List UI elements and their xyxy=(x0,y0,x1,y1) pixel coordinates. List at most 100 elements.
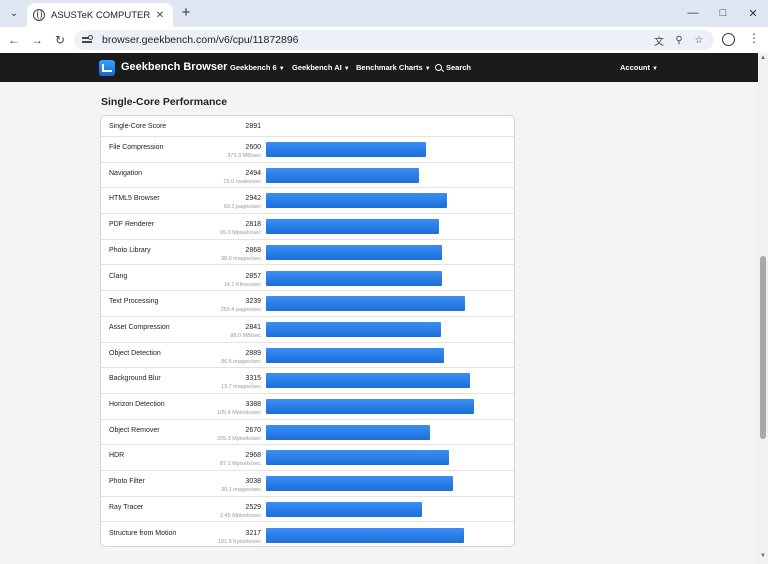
profile-icon[interactable] xyxy=(722,33,735,46)
score-bar xyxy=(266,142,426,157)
score-bar xyxy=(266,476,453,492)
benchmark-name: Object Remover xyxy=(109,426,160,434)
nav-benchmark-charts[interactable]: Benchmark Charts ▼ xyxy=(356,63,431,72)
table-row: Clang 2857 14.1 Klines/sec xyxy=(101,266,514,292)
benchmark-score: 2889 xyxy=(245,349,261,357)
benchmark-throughput: 88.0 MB/sec xyxy=(230,332,261,339)
benchmark-throughput: 2.45 Mpixels/sec xyxy=(220,512,261,519)
benchmark-score: 2670 xyxy=(245,426,261,434)
nav-geekbench-6[interactable]: Geekbench 6 ▼ xyxy=(230,63,285,72)
table-row: Ray Tracer 2529 2.45 Mpixels/sec xyxy=(101,497,514,523)
benchmark-score: 2857 xyxy=(245,272,261,280)
benchmark-name: Background Blur xyxy=(109,375,161,383)
benchmark-throughput: 30.1 images/sec xyxy=(220,487,261,494)
score-bar xyxy=(266,399,474,414)
translate-icon[interactable]: 文 xyxy=(652,33,666,48)
benchmark-name: Ray Tracer xyxy=(109,503,144,511)
bookmark-star-icon[interactable]: ☆ xyxy=(692,33,706,47)
overall-score-value: 2891 xyxy=(245,123,261,130)
score-bar xyxy=(266,321,441,337)
benchmark-name: HDR xyxy=(109,452,125,460)
score-bar xyxy=(266,219,439,235)
nav-label: Geekbench AI xyxy=(292,63,342,72)
benchmark-score: 3239 xyxy=(245,298,261,306)
benchmark-score: 2968 xyxy=(245,452,261,460)
benchmark-name: Navigation xyxy=(109,169,143,177)
benchmark-score: 3315 xyxy=(245,375,261,383)
nav-search[interactable]: Search xyxy=(435,63,471,72)
table-row: Horizon Detection 3388 105.4 Mpixels/sec xyxy=(101,394,514,420)
score-bar xyxy=(266,373,470,389)
globe-icon xyxy=(33,9,45,21)
nav-account[interactable]: Account ▼ xyxy=(620,63,658,72)
caret-down-icon: ▼ xyxy=(343,66,350,72)
maximize-icon[interactable]: □ xyxy=(708,4,738,22)
score-bar xyxy=(266,450,449,466)
benchmark-score: 3038 xyxy=(245,478,261,486)
benchmark-name: Photo Filter xyxy=(109,478,145,486)
tab-strip: ⌄ ASUSTeK COMPUTER INC. NU ✕ + — □ ✕ xyxy=(0,0,768,27)
benchmark-throughput: 15.0 routes/sec xyxy=(223,178,261,185)
benchmark-throughput: 105.4 Mpixels/sec xyxy=(216,410,261,416)
benchmark-score: 2868 xyxy=(245,246,261,254)
nav-label: Account xyxy=(620,63,650,72)
benchmark-score: 2494 xyxy=(245,169,261,177)
benchmark-throughput: 373.3 MB/sec xyxy=(227,153,261,159)
table-row: HTML5 Browser 2942 60.2 pages/sec xyxy=(101,188,514,215)
new-tab-plus-icon[interactable]: + xyxy=(178,5,194,21)
tab-title: ASUSTeK COMPUTER INC. NU xyxy=(51,9,153,21)
section-title: Single-Core Performance xyxy=(101,96,228,108)
window-close-icon[interactable]: ✕ xyxy=(738,4,768,22)
reload-icon[interactable]: ↻ xyxy=(51,31,69,49)
site-navbar: Geekbench Browser Geekbench 6 ▼ Geekbench… xyxy=(0,53,758,82)
benchmark-throughput: 101.9 Kpixels/sec xyxy=(217,538,261,545)
benchmark-score: 3217 xyxy=(245,529,261,537)
browser-toolbar: ← → ↻ browser.geekbench.com/v6/cpu/11872… xyxy=(0,27,768,53)
score-bar xyxy=(266,296,465,312)
benchmark-name: Text Processing xyxy=(109,298,159,306)
table-row: Background Blur 3315 13.7 images/sec xyxy=(101,368,514,394)
table-row: Text Processing 3239 259.4 pages/sec xyxy=(101,291,514,317)
tab-search-chevron-icon[interactable]: ⌄ xyxy=(5,4,23,22)
caret-down-icon: ▼ xyxy=(424,66,431,72)
score-bar xyxy=(266,424,430,440)
benchmark-throughput: 205.3 Mpixels/sec xyxy=(216,435,261,442)
benchmark-throughput: 65.0 Mpixels/sec xyxy=(220,230,261,237)
more-options-icon[interactable]: ⋮ xyxy=(748,32,760,44)
nav-geekbench-ai[interactable]: Geekbench AI ▼ xyxy=(292,63,350,72)
overall-score-label: Single-Core Score xyxy=(109,123,167,130)
overall-score-row: Single-Core Score 2891 xyxy=(101,116,514,137)
table-row: Photo Filter 3038 30.1 images/sec xyxy=(101,471,514,497)
benchmark-score: 3388 xyxy=(245,401,261,408)
benchmark-name: Clang xyxy=(109,272,128,280)
nav-label: Benchmark Charts xyxy=(356,63,423,72)
results-table: Single-Core Score 2891 File Compression 2… xyxy=(100,115,515,547)
nav-label: Geekbench 6 xyxy=(230,63,277,72)
url-text[interactable]: browser.geekbench.com/v6/cpu/11872896 xyxy=(102,34,299,46)
minimize-icon[interactable]: — xyxy=(678,4,708,22)
back-arrow-icon[interactable]: ← xyxy=(5,31,23,49)
score-bar xyxy=(266,244,442,260)
table-row: Navigation 2494 15.0 routes/sec xyxy=(101,163,514,189)
benchmark-throughput: 60.2 pages/sec xyxy=(223,204,261,211)
browser-tab[interactable]: ASUSTeK COMPUTER INC. NU ✕ xyxy=(27,3,173,27)
benchmark-name: PDF Renderer xyxy=(109,221,155,229)
table-row: File Compression 2600 373.3 MB/sec xyxy=(101,137,514,163)
benchmark-throughput: 86.5 images/sec xyxy=(220,358,261,365)
brand-name[interactable]: Geekbench Browser xyxy=(121,61,227,73)
geekbench-logo-icon[interactable] xyxy=(99,60,115,76)
site-settings-icon[interactable] xyxy=(82,35,94,45)
scroll-down-arrow-icon[interactable]: ▼ xyxy=(759,553,767,561)
scrollbar-thumb[interactable] xyxy=(760,256,766,439)
forward-arrow-icon[interactable]: → xyxy=(28,31,46,49)
scroll-up-arrow-icon[interactable]: ▲ xyxy=(759,55,767,63)
benchmark-name: Asset Compression xyxy=(109,323,170,331)
search-icon xyxy=(435,64,442,71)
caret-down-icon: ▼ xyxy=(652,66,658,72)
tab-close-icon[interactable]: ✕ xyxy=(153,10,167,21)
benchmark-score: 2529 xyxy=(245,503,261,511)
score-bar xyxy=(266,501,422,517)
address-bar[interactable]: browser.geekbench.com/v6/cpu/11872896 文 … xyxy=(74,30,714,50)
zoom-icon[interactable]: ⚲ xyxy=(672,33,686,47)
page-scrollbar[interactable]: ▲ ▼ xyxy=(758,53,768,564)
